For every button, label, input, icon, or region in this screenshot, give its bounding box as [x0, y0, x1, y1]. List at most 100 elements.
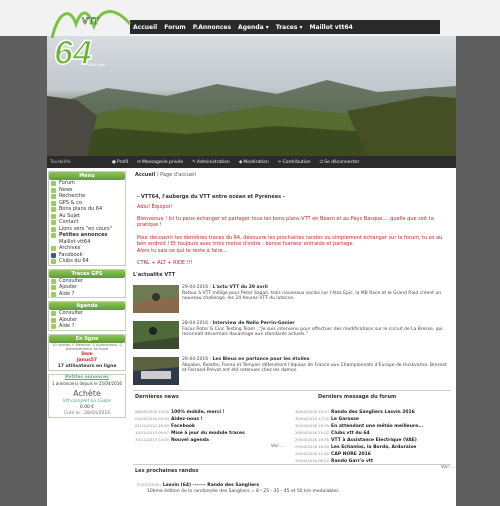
messages-label: Messagerie privée — [141, 159, 184, 165]
welcome-intro: Bienvenue ! Ici tu peux échanger et part… — [137, 216, 434, 228]
pencil-icon: ✏ — [277, 159, 282, 165]
calendar-icon — [51, 324, 56, 329]
username-label: Tourbiéfo — [50, 159, 71, 165]
article-thumbnail[interactable] — [133, 357, 179, 385]
logout-label: Se déconnecter — [324, 160, 360, 165]
moderation-link[interactable]: ◆Modération — [239, 160, 269, 165]
welcome-intro-2: Pour découvrir les dernières traces du 6… — [137, 235, 443, 247]
forum-item[interactable]: 29/04/2016 18:45 Les Echanlos, la Bordo, … — [295, 444, 455, 451]
welcome-title: - VTT64, l'auberge du VTT entre océan et… — [137, 194, 285, 200]
search-icon — [51, 194, 56, 199]
news-title: Dernières news — [135, 394, 179, 400]
nav-annonces[interactable]: P.Annonces — [193, 24, 231, 31]
forum-more-link[interactable]: Voir ... — [295, 465, 455, 471]
forum-item[interactable]: 29/04/2016 19:35 VTT à Assistance Electri… — [295, 437, 455, 444]
online-title: En ligne — [49, 334, 125, 343]
article-title[interactable]: L'actu VTT du 29 avril — [213, 285, 268, 290]
info-icon — [51, 213, 56, 219]
nav-forum[interactable]: Forum — [164, 24, 185, 31]
shield-icon: ◆ — [238, 159, 243, 165]
site-logo[interactable]: VTT 64 vtt64.com — [48, 4, 134, 73]
agenda-title: Agenda — [49, 302, 125, 310]
contact-icon — [51, 220, 56, 225]
link-icon — [51, 226, 56, 232]
calendar-icon — [51, 317, 56, 323]
news-item[interactable]: 30/11/2013 14:00 Nouvel agenda — [135, 437, 285, 444]
messages-link[interactable]: ✉Messagerie privée — [137, 160, 183, 165]
contribution-label: Contribution — [282, 159, 311, 165]
online-box: En ligne 10 invités, 0 Membre, 0 Anonymo… — [48, 333, 126, 371]
actu-title: L'actualité VTT — [133, 272, 176, 278]
sidebar: Menu Forum News Recherche GPS & co Bons … — [47, 168, 127, 506]
online-text: 10 invités, 0 Membre, 0 Anonymous, 0 Adm… — [52, 342, 122, 352]
sidebar-item-clubs[interactable]: Clubs du 64 — [49, 258, 125, 265]
calendar-icon — [51, 311, 56, 316]
logout-link[interactable]: ⏻Se déconnecter — [320, 159, 360, 165]
traces-box: Traces GPS Consulter Ajouter Aide ? — [48, 268, 126, 298]
article-item[interactable]: 26-04-2016 : Les Bleus en partance pour … — [133, 357, 451, 385]
article-date: 29-04-2016 : — [182, 285, 212, 290]
welcome-intro-3: Alors tu sais ce qui te reste à faire... — [137, 248, 228, 254]
news-item[interactable]: 01/05/2016 09:10 Aidez-nous ! — [135, 416, 285, 423]
facebook-icon — [51, 252, 56, 258]
rando-title[interactable]: Lasvin (64) ------- Rando des Sangliers — [163, 483, 259, 488]
user-toolbar: Tourbiéfo ●Profil ✉Messagerie privée ✎Ad… — [47, 156, 456, 168]
nav-maillot[interactable]: Maillot vtt64 — [310, 24, 353, 31]
forum-item[interactable]: 29/04/2016 12:50 CAP NORE 2016 — [295, 451, 455, 458]
news-item[interactable]: 01/12/2014 18:40 Facebook — [135, 423, 285, 430]
forum-icon — [51, 181, 56, 186]
menu-box: Menu Forum News Recherche GPS & co Bons … — [48, 171, 126, 266]
rando-item[interactable]: 07/05/2016 : Lasvin (64) ------- Rando d… — [137, 482, 447, 495]
gps-icon — [51, 200, 56, 206]
arrow-icon — [51, 291, 56, 297]
arrow-icon — [51, 278, 56, 284]
menu-title: Menu — [49, 172, 125, 180]
traces-aide[interactable]: Aide ? — [49, 291, 125, 298]
forum-item[interactable]: 30/04/2016 19:57 Rando des Sangliers Lasv… — [295, 409, 455, 416]
article-title[interactable]: Les Bleus en partance pour les étoiles — [213, 357, 310, 362]
ads-text: 1 annonce(s) depuis le 25/04/2016 — [52, 380, 122, 386]
traces-title: Traces GPS — [49, 269, 125, 278]
article-title[interactable]: Interview de Nello Perrin-Ganier — [213, 321, 295, 326]
profile-link[interactable]: ●Profil — [112, 160, 128, 165]
megaphone-icon — [51, 233, 56, 238]
achat-date: Créé le : 28/04/2016 — [63, 410, 111, 416]
forum-item[interactable]: 30/04/2016 17:25 Le Garosse — [295, 416, 455, 423]
admin-link[interactable]: ✎Administration — [192, 160, 230, 165]
news-item[interactable]: 15/12/2013 09:47 Mise à jour du module tr… — [135, 430, 285, 437]
article-date: 26-04-2016 : — [182, 357, 212, 362]
nav-accueil[interactable]: Accueil — [133, 24, 157, 31]
rando-text: 10ème édition de la randonnée des Sangli… — [147, 489, 341, 494]
news-list: 06/05/2016 19:00 100% mobile, merci ! 01/… — [135, 409, 285, 450]
agenda-box: Agenda Consulter Ajouter Aide ? — [48, 301, 126, 331]
breadcrumb-page: Page d'accueil — [160, 172, 196, 178]
article-date: 28-04-2016 : — [182, 321, 212, 326]
wrench-icon: ✎ — [192, 159, 196, 165]
forum-item[interactable]: 30/04/2016 16:30 En attendant une météo m… — [295, 423, 455, 430]
bike-icon — [51, 259, 56, 264]
moderation-label: Modération — [243, 159, 269, 165]
news-more-link[interactable]: Voir ... — [135, 444, 285, 450]
article-item[interactable]: 28-04-2016 : Interview de Nello Perrin-G… — [133, 321, 451, 349]
achat-title: Achète — [73, 388, 101, 398]
forum-item[interactable]: 29/04/2016 21:02 Clubs vtt du 64 — [295, 430, 455, 437]
article-text: Focus Rotor G Cinc Testing Team : "Je su… — [182, 326, 443, 338]
article-thumbnail[interactable] — [133, 321, 179, 349]
logo-text-64: 64 — [54, 34, 92, 68]
article-item[interactable]: 29-04-2016 : L'actu VTT du 29 avril Retou… — [133, 285, 451, 313]
logo-text-vtt: VTT — [82, 16, 100, 26]
divider — [133, 390, 451, 391]
tag-icon — [51, 207, 56, 212]
article-text: Absalon, Rolette, Fonna et Tempier défen… — [182, 362, 447, 374]
nav-agenda[interactable]: Agenda ▾ — [238, 24, 269, 31]
agenda-aide[interactable]: Aide ? — [49, 323, 125, 330]
news-item[interactable]: 06/05/2016 19:00 100% mobile, merci ! — [135, 409, 285, 416]
news-icon — [51, 187, 56, 193]
rando-date: 07/05/2016 : — [137, 482, 162, 487]
nav-traces[interactable]: Traces ▾ — [276, 24, 303, 31]
welcome-intro-4: CTRL + ALT + RIDE !!! — [137, 260, 193, 266]
contribution-link[interactable]: ✏Contribution — [278, 160, 311, 165]
main-nav: Accueil Forum P.Annonces Agenda ▾ Traces… — [130, 20, 440, 34]
breadcrumb-home[interactable]: Accueil — [135, 172, 155, 178]
article-thumbnail[interactable] — [133, 285, 179, 313]
